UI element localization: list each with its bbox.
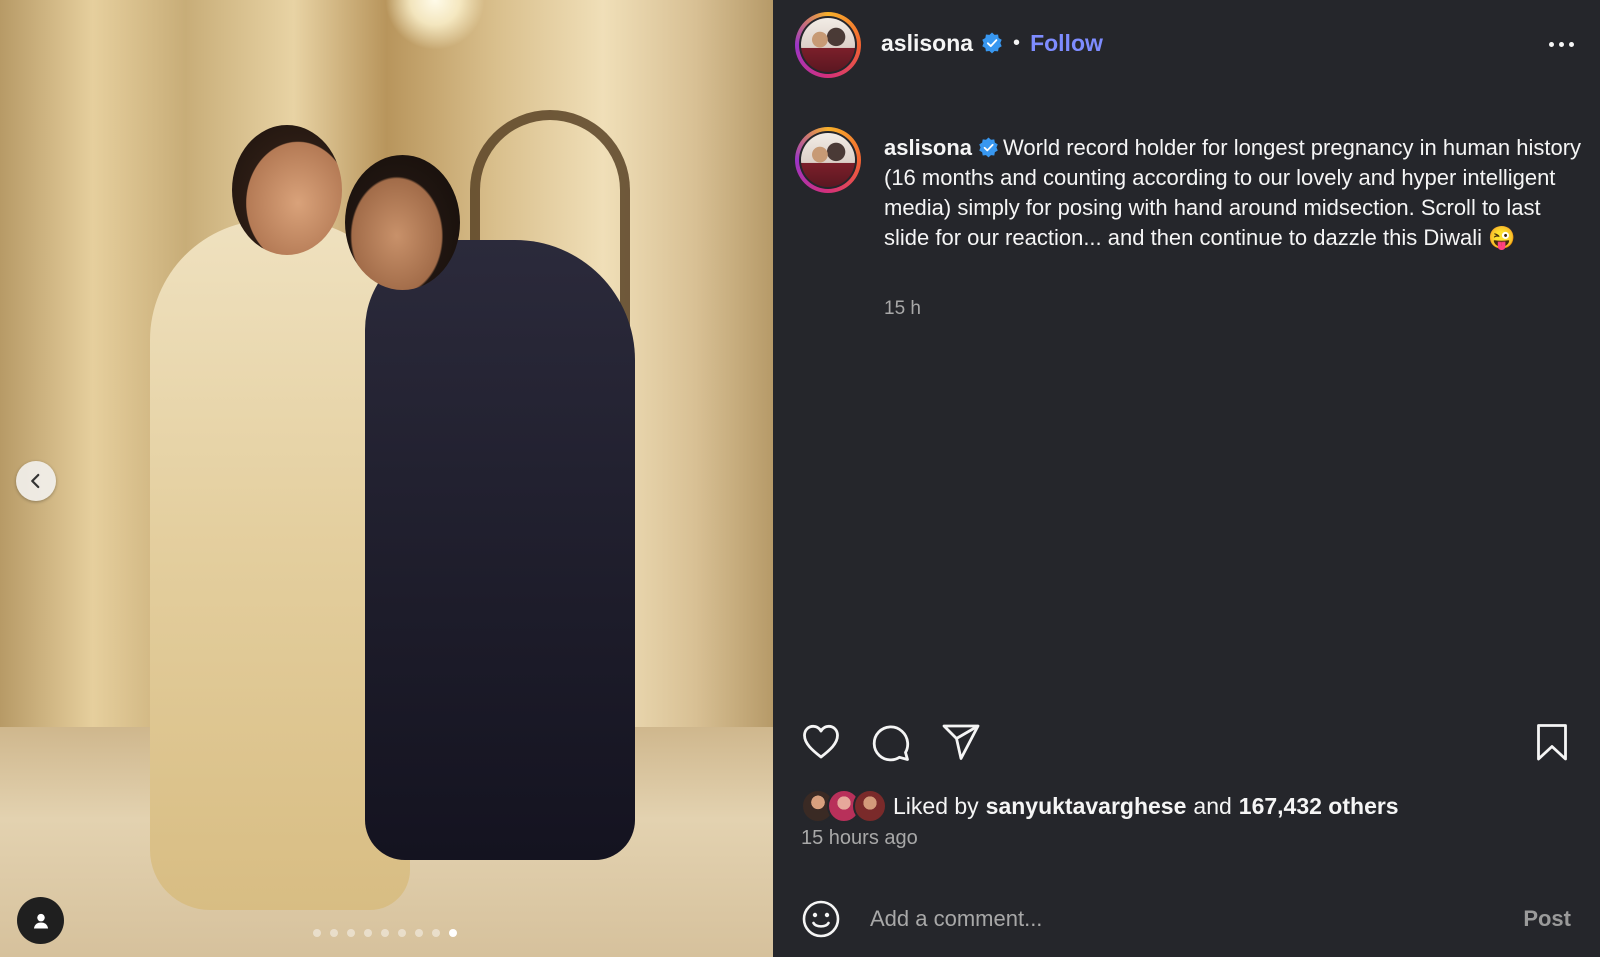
- carousel-dot: [364, 929, 372, 937]
- caption-author-avatar-image: [801, 133, 855, 187]
- liked-by-prefix: Liked by: [893, 792, 979, 819]
- carousel-dot: [313, 929, 321, 937]
- more-options-icon: [1548, 41, 1554, 47]
- media-person-left-head: [232, 125, 342, 255]
- liked-by-others[interactable]: 167,432 others: [1239, 793, 1399, 820]
- post-actions: [801, 722, 981, 762]
- author-avatar-image: [801, 18, 855, 72]
- comment-input[interactable]: [868, 905, 1524, 933]
- carousel-dot: [449, 929, 457, 937]
- author-avatar[interactable]: [795, 12, 861, 78]
- post-media: [0, 0, 773, 957]
- carousel-indicator: [313, 929, 457, 937]
- carousel-dot: [432, 929, 440, 937]
- caption-timestamp[interactable]: 15 h: [884, 298, 921, 320]
- caption-username[interactable]: aslisona: [884, 135, 972, 160]
- user-icon: [33, 913, 48, 928]
- carousel-dot: [381, 929, 389, 937]
- liked-by-user[interactable]: sanyuktavarghese: [986, 793, 1187, 820]
- liked-by-and: and: [1193, 792, 1232, 819]
- carousel-prev-button[interactable]: [16, 461, 56, 501]
- header-separator: •: [1013, 31, 1021, 54]
- paper-plane-icon[interactable]: [941, 722, 981, 762]
- comment-bubble-icon[interactable]: [871, 722, 911, 762]
- comment-composer: Post: [801, 897, 1571, 941]
- post-header: aslisona • Follow: [881, 28, 1103, 58]
- likes-summary: Liked by sanyuktavarghese and 167,432 ot…: [801, 789, 1399, 823]
- liker-avatar[interactable]: [853, 789, 887, 823]
- post-panel: aslisona • Follow aslisona World record …: [773, 0, 1600, 957]
- chevron-left-icon: [31, 473, 40, 489]
- caption-author-avatar[interactable]: [795, 127, 861, 193]
- smiley-icon[interactable]: [801, 899, 841, 939]
- follow-button[interactable]: Follow: [1030, 30, 1103, 57]
- tagged-users-button[interactable]: [17, 897, 64, 944]
- carousel-dot: [347, 929, 355, 937]
- author-username[interactable]: aslisona: [881, 30, 973, 57]
- verified-badge-icon: [979, 137, 998, 158]
- media-person-right-head: [345, 155, 460, 290]
- liker-avatars: [801, 789, 889, 823]
- media-light: [385, 0, 485, 50]
- post-age[interactable]: 15 hours ago: [801, 827, 918, 850]
- heart-icon[interactable]: [801, 722, 841, 762]
- post-caption: aslisona World record holder for longest…: [884, 133, 1584, 253]
- more-options-button[interactable]: [1545, 28, 1577, 60]
- media-person-right-outfit: [365, 240, 635, 860]
- carousel-dot: [398, 929, 406, 937]
- carousel-dot: [415, 929, 423, 937]
- post-comment-button[interactable]: Post: [1523, 906, 1571, 932]
- bookmark-icon[interactable]: [1532, 722, 1572, 762]
- carousel-dot: [330, 929, 338, 937]
- verified-badge-icon: [982, 32, 1002, 54]
